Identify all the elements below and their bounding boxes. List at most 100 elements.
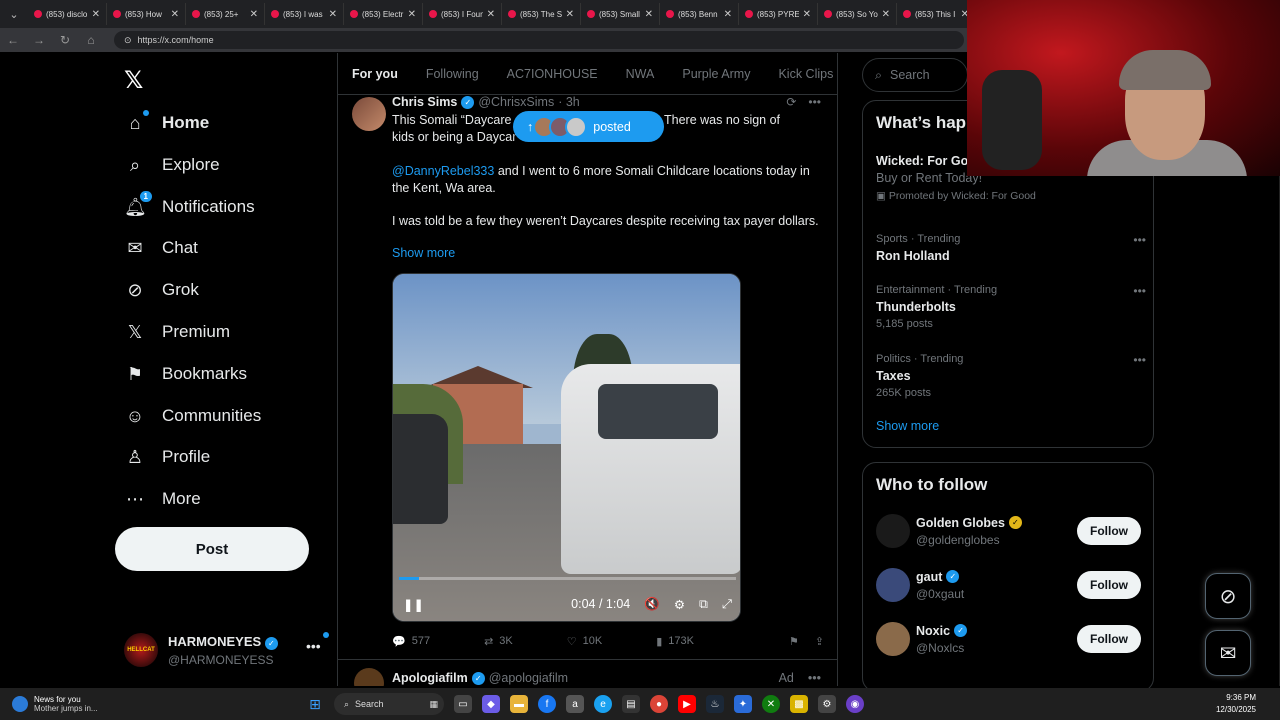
bookmark-icon[interactable]: ⚑ bbox=[789, 635, 799, 648]
settings-gear-icon[interactable]: ⚙ bbox=[818, 695, 836, 713]
browser-tab[interactable]: (853) Small ✕ bbox=[581, 3, 660, 25]
browser-tab[interactable]: (853) So Yo ✕ bbox=[818, 3, 897, 25]
follow-suggestion[interactable]: gaut ✓ @0xgaut Follow bbox=[876, 565, 1141, 605]
system-clock[interactable]: 9:36 PM 12/30/2025 bbox=[1216, 692, 1256, 716]
more-dots-icon[interactable]: ••• bbox=[808, 95, 821, 109]
edge-icon[interactable]: e bbox=[594, 695, 612, 713]
browser-tab[interactable]: (853) 25+ ✕ bbox=[186, 3, 265, 25]
follow-button[interactable]: Follow bbox=[1077, 517, 1141, 545]
browser-tab[interactable]: (853) The S ✕ bbox=[502, 3, 581, 25]
steam-icon[interactable]: ♨ bbox=[706, 695, 724, 713]
mention-link[interactable]: @DannyRebel333 bbox=[392, 164, 494, 178]
sidebar-item-bookmarks[interactable]: ⚑ Bookmarks bbox=[124, 359, 247, 389]
browser-tab[interactable]: (853) How ✕ bbox=[107, 3, 186, 25]
calculator-icon[interactable]: ▤ bbox=[622, 695, 640, 713]
follow-button[interactable]: Follow bbox=[1077, 625, 1141, 653]
browser-tab[interactable]: (853) I Foun ✕ bbox=[423, 3, 502, 25]
task-view-icon[interactable]: ▭ bbox=[454, 695, 472, 713]
tweet-author-handle[interactable]: @apologiafilm bbox=[489, 671, 568, 685]
repost-button[interactable]: ⇄ 3K bbox=[484, 635, 513, 648]
tweet-author-name[interactable]: Apologiafilm bbox=[392, 671, 468, 685]
sidebar-item-profile[interactable]: ♙ Profile bbox=[124, 442, 210, 472]
sidebar-item-more[interactable]: ⋯ More bbox=[124, 484, 201, 514]
youtube-icon[interactable]: ▶ bbox=[678, 695, 696, 713]
tweet-author-handle[interactable]: @ChrisxSims bbox=[478, 95, 554, 109]
fullscreen-icon[interactable]: ⤢ bbox=[722, 597, 732, 612]
avatar[interactable] bbox=[354, 668, 384, 686]
follow-suggestion[interactable]: Golden Globes ✓ @goldenglobes Follow bbox=[876, 511, 1141, 551]
notes-icon[interactable]: ▩ bbox=[790, 695, 808, 713]
views-button[interactable]: ▮ 173K bbox=[656, 635, 694, 648]
x-logo-icon[interactable]: 𝕏 bbox=[124, 66, 143, 95]
browser-tab[interactable]: (853) Electr ✕ bbox=[344, 3, 423, 25]
tab-close-icon[interactable]: ✕ bbox=[171, 9, 179, 20]
trend-item[interactable]: Sports · Trending Ron Holland ••• bbox=[876, 233, 1146, 263]
tab-for-you[interactable]: For you bbox=[352, 67, 398, 81]
avatar[interactable] bbox=[876, 622, 910, 656]
tab-close-icon[interactable]: ✕ bbox=[329, 9, 337, 20]
share-icon[interactable]: ⇪ bbox=[815, 635, 824, 648]
copilot-icon[interactable]: ◆ bbox=[482, 695, 500, 713]
reply-button[interactable]: 💬 577 bbox=[392, 635, 430, 648]
reload-icon[interactable]: ↻ bbox=[58, 33, 72, 47]
show-more-link[interactable]: Show more bbox=[392, 246, 455, 260]
tab-close-icon[interactable]: ✕ bbox=[803, 9, 811, 20]
like-button[interactable]: ♡ 10K bbox=[567, 635, 602, 648]
new-posts-pill[interactable]: ↑ posted bbox=[513, 111, 664, 142]
messages-fab-icon[interactable]: ✉ bbox=[1205, 630, 1251, 676]
sidebar-item-grok[interactable]: ⊘ Grok bbox=[124, 275, 198, 305]
tab-close-icon[interactable]: ✕ bbox=[724, 9, 732, 20]
taskbar-search[interactable]: ⌕ Search ▦ bbox=[334, 693, 444, 715]
tweet-time[interactable]: · 3h bbox=[558, 95, 580, 109]
mute-icon[interactable]: 🔇 bbox=[644, 597, 660, 612]
tab-close-icon[interactable]: ✕ bbox=[645, 9, 653, 20]
grok-fab-icon[interactable]: ⊘ bbox=[1205, 573, 1251, 619]
url-input[interactable]: ⊙ https://x.com/home bbox=[114, 31, 964, 49]
tab-kick-clips[interactable]: Kick Clips bbox=[778, 67, 833, 81]
tweet-author-name[interactable]: Chris Sims bbox=[392, 95, 457, 109]
post-button[interactable]: Post bbox=[115, 527, 309, 571]
sidebar-item-chat[interactable]: ✉ Chat bbox=[124, 233, 197, 263]
more-dots-icon[interactable]: ••• bbox=[306, 632, 329, 654]
windows-start-icon[interactable]: ⊞ bbox=[306, 695, 324, 713]
tab-close-icon[interactable]: ✕ bbox=[566, 9, 574, 20]
browser-tab[interactable]: (853) disclo ✕ bbox=[28, 3, 107, 25]
app-icon[interactable]: ✦ bbox=[734, 695, 752, 713]
xbox-icon[interactable]: ✕ bbox=[762, 695, 780, 713]
browser-tab[interactable]: (853) PYRE ✕ bbox=[739, 3, 818, 25]
tab-nwa[interactable]: NWA bbox=[626, 67, 655, 81]
sidebar-item-explore[interactable]: ⌕ Explore bbox=[124, 150, 220, 180]
file-explorer-icon[interactable]: ▬ bbox=[510, 695, 528, 713]
sidebar-item-communities[interactable]: ☺ Communities bbox=[124, 401, 261, 431]
browser-tab[interactable]: (853) This I ✕ bbox=[897, 3, 976, 25]
account-switcher[interactable]: HELLCAT HARMONEYES ✓ @HARMONEYESS ••• bbox=[124, 630, 329, 670]
sidebar-item-notifications[interactable]: 🔔︎ 1 Notifications bbox=[124, 190, 255, 222]
avatar[interactable] bbox=[876, 568, 910, 602]
forward-icon[interactable]: → bbox=[32, 33, 46, 47]
follow-suggestion[interactable]: Noxic ✓ @Noxlcs Follow bbox=[876, 619, 1141, 659]
tab-purple-army[interactable]: Purple Army bbox=[682, 67, 750, 81]
more-dots-icon[interactable]: ••• bbox=[808, 671, 821, 685]
trend-item[interactable]: Politics · Trending Taxes 265K posts ••• bbox=[876, 353, 1146, 399]
follow-button[interactable]: Follow bbox=[1077, 571, 1141, 599]
tab-search-chevron-icon[interactable]: ⌄ bbox=[0, 0, 28, 28]
tab-ac7ionhouse[interactable]: AC7IONHOUSE bbox=[507, 67, 598, 81]
obs-icon[interactable]: ◉ bbox=[846, 695, 864, 713]
site-info-icon[interactable]: ⊙ bbox=[124, 35, 132, 46]
home-nav-icon[interactable]: ⌂ bbox=[84, 33, 98, 47]
news-widget[interactable]: News for you Mother jumps in... bbox=[0, 695, 300, 713]
pip-icon[interactable]: ⧉ bbox=[699, 597, 708, 612]
settings-gear-icon[interactable]: ⚙ bbox=[674, 597, 685, 612]
tab-close-icon[interactable]: ✕ bbox=[92, 9, 100, 20]
sidebar-item-premium[interactable]: 𝕏 Premium bbox=[124, 317, 230, 347]
sidebar-item-home[interactable]: ⌂ Home bbox=[124, 108, 209, 138]
tab-close-icon[interactable]: ✕ bbox=[250, 9, 258, 20]
tab-close-icon[interactable]: ✕ bbox=[487, 9, 495, 20]
facebook-icon[interactable]: f bbox=[538, 695, 556, 713]
browser-tab[interactable]: (853) Benn ✕ bbox=[660, 3, 739, 25]
more-dots-icon[interactable]: ••• bbox=[1133, 284, 1146, 298]
tab-following[interactable]: Following bbox=[426, 67, 479, 81]
avatar[interactable] bbox=[352, 97, 386, 131]
grok-icon[interactable]: ⟳ bbox=[786, 95, 796, 109]
tab-close-icon[interactable]: ✕ bbox=[882, 9, 890, 20]
